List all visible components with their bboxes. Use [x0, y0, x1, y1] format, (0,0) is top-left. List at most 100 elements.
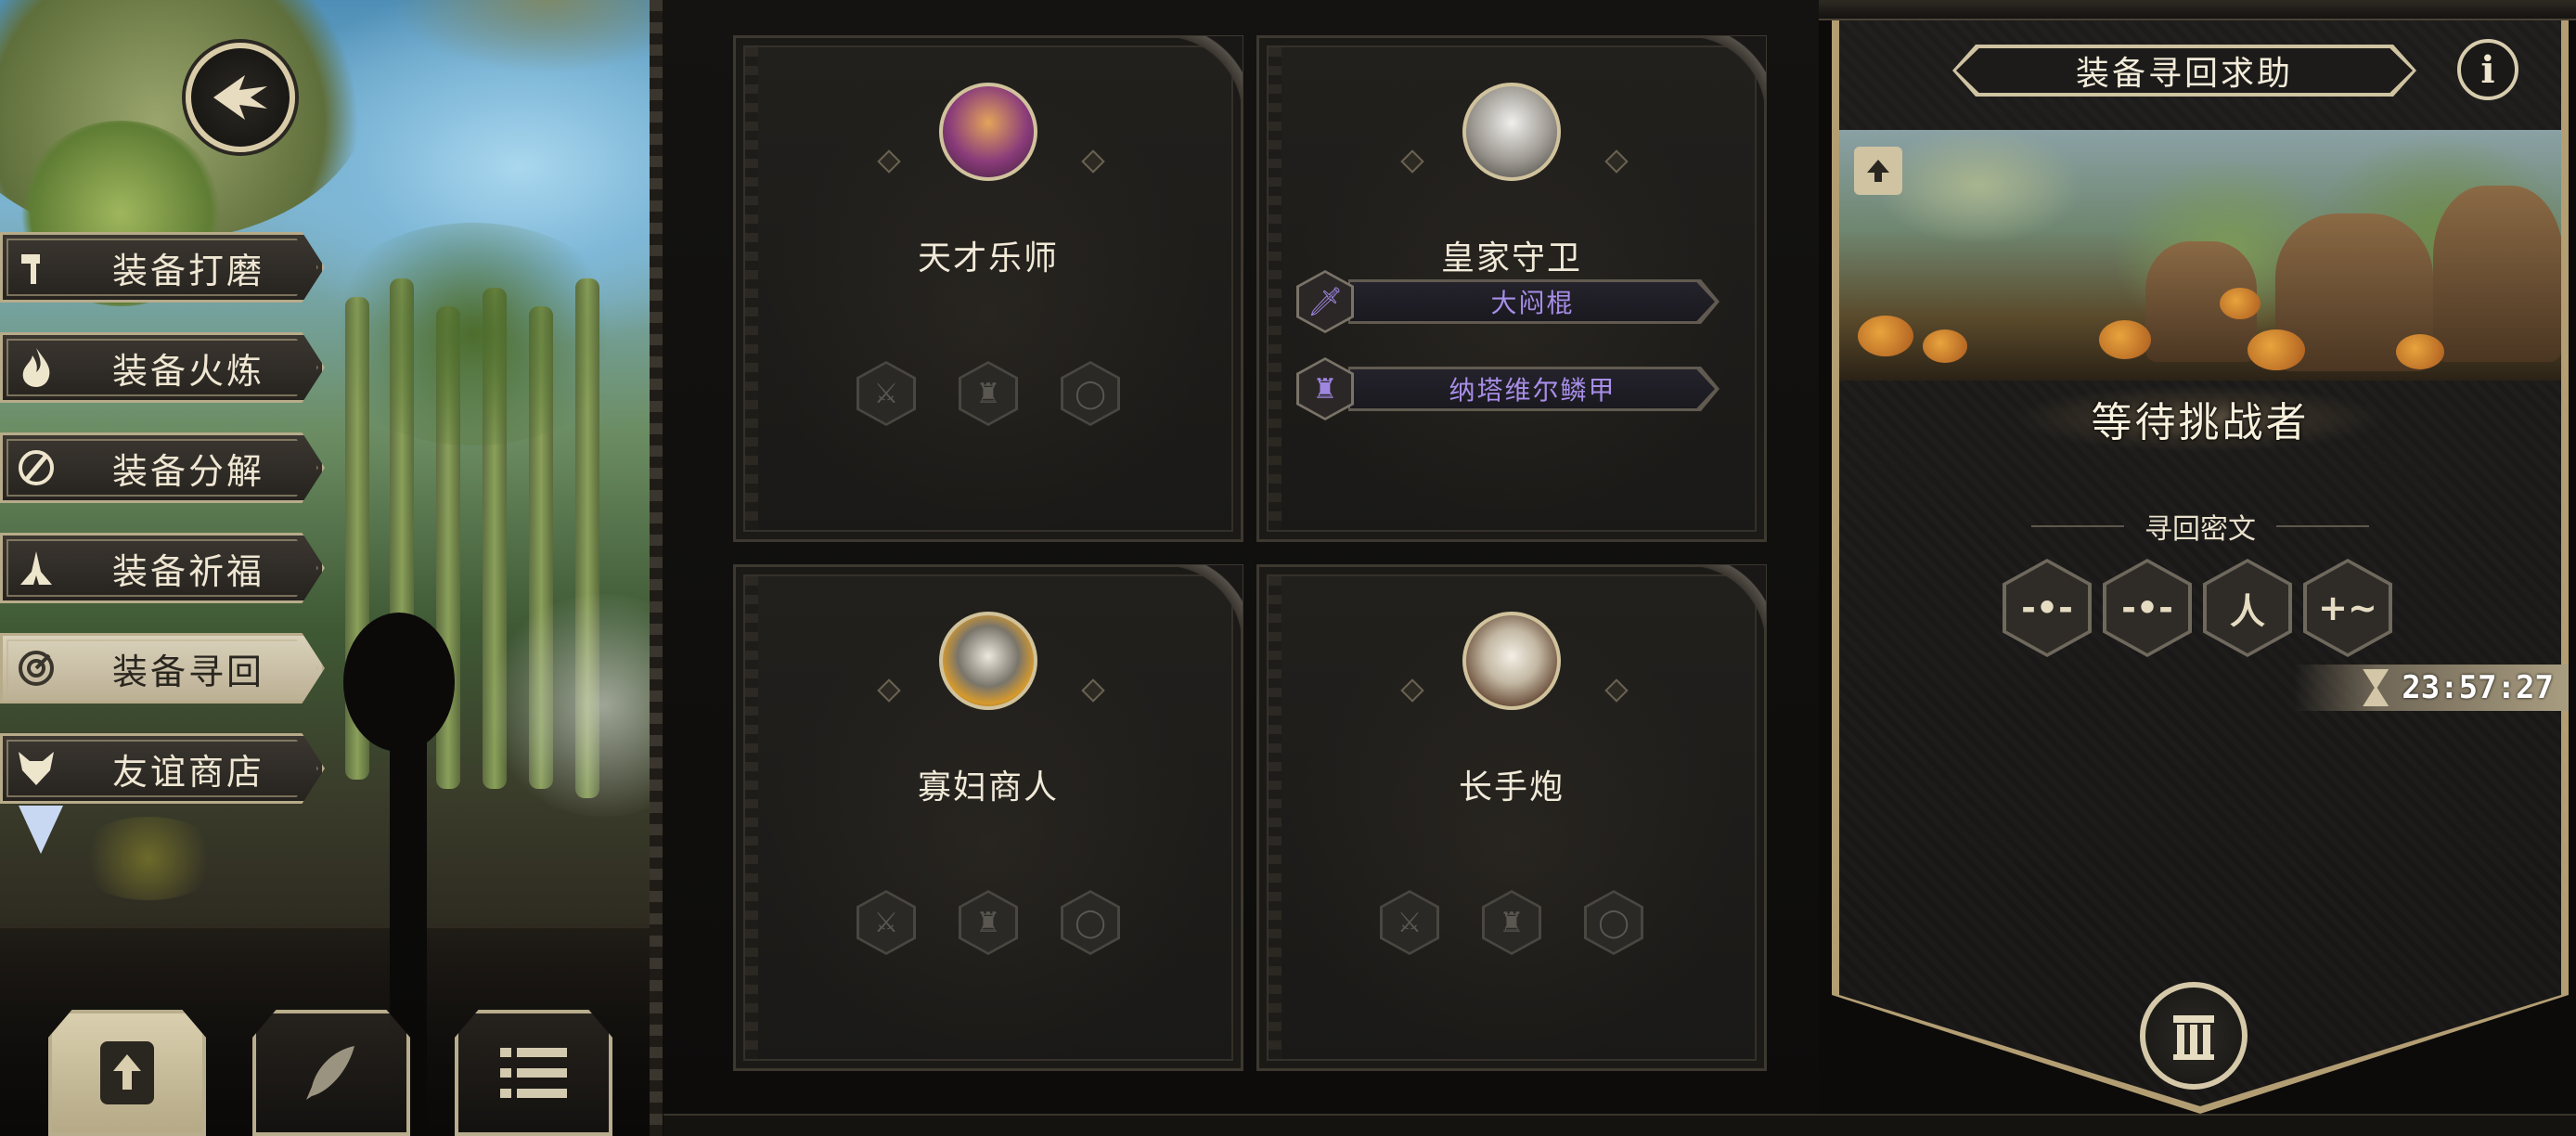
divider-line [2276, 525, 2369, 527]
panel-title-box: 装备寻回求助 [1952, 45, 2416, 97]
hero-card[interactable]: 皇家守卫 大闷棍 🗡 纳塔维尔鳞甲 ♜ [1256, 35, 1767, 542]
cipher-symbol[interactable]: 人 [2203, 559, 2292, 657]
hero-card[interactable]: 天才乐师 ⚔ ♜ ◯ [733, 35, 1243, 542]
cipher-label: 寻回密文 [2145, 513, 2256, 546]
hero-card[interactable]: 寡妇商人 ⚔ ♜ ◯ [733, 564, 1243, 1071]
equipment-slots: ⚔ ♜ ◯ [736, 890, 1241, 955]
recall-button[interactable] [2140, 982, 2248, 1090]
equipment-slot: 🗡 [1296, 270, 1354, 333]
page-curl-decoration [1163, 36, 1243, 116]
fox-icon [3, 741, 70, 796]
ring-icon: ◯ [1063, 893, 1117, 952]
diamond-decoration [877, 149, 901, 174]
back-arrow-icon [213, 75, 267, 120]
armor-icon: ♜ [961, 364, 1015, 423]
sword-icon: 🗡 [1299, 273, 1351, 330]
menu-label: 装备寻回 [112, 651, 265, 692]
diamond-decoration [1604, 149, 1629, 174]
sword-icon: ⚔ [1383, 893, 1436, 952]
ring-slot[interactable]: ◯ [1061, 890, 1120, 955]
hero-name: 长手炮 [1458, 768, 1565, 807]
page-curl-decoration [1686, 565, 1766, 645]
armor-icon: ♜ [1299, 360, 1351, 418]
stage-banner-image [1839, 130, 2561, 381]
target-icon [3, 640, 70, 696]
menu-equip-retrieve[interactable]: 装备寻回 [0, 633, 325, 704]
equipment-name: 纳塔维尔鳞甲 [1350, 369, 1715, 408]
info-icon: i [2480, 47, 2495, 92]
diamond-decoration [1400, 149, 1424, 174]
page-curl-decoration [1686, 36, 1766, 116]
ring-icon: ◯ [1587, 893, 1641, 952]
panel-title: 装备寻回求助 [2075, 55, 2293, 93]
ring-slot[interactable]: ◯ [1584, 890, 1643, 955]
list-icon [500, 1048, 567, 1098]
diamond-decoration [1604, 678, 1629, 703]
banner-share-button[interactable] [1854, 147, 1902, 195]
hero-avatar [1462, 83, 1561, 181]
hero-name: 皇家守卫 [1440, 239, 1582, 278]
weapon-slot[interactable]: ⚔ [857, 890, 916, 955]
feather-icon [306, 1046, 354, 1100]
hourglass-icon [2363, 669, 2389, 706]
back-button[interactable] [186, 43, 295, 152]
disassemble-icon [3, 440, 70, 496]
pray-hands-icon [3, 540, 70, 596]
equipment-row[interactable]: 大闷棍 🗡 [1296, 270, 1723, 333]
page-curl-decoration [1163, 565, 1243, 645]
cipher-label-row: 寻回密文 [2010, 503, 2390, 549]
scroll-down-arrow-icon[interactable] [19, 806, 63, 854]
ring-slot[interactable]: ◯ [1061, 361, 1120, 426]
cipher-symbol[interactable]: -•- [2103, 559, 2192, 657]
armor-slot[interactable]: ♜ [1482, 890, 1541, 955]
menu-equip-forge[interactable]: 装备火炼 [0, 332, 325, 403]
bottom-tab-list[interactable] [455, 1010, 612, 1136]
weapon-slot[interactable]: ⚔ [1380, 890, 1439, 955]
bottom-tab-feather[interactable] [252, 1010, 410, 1136]
cipher-symbol[interactable]: -•- [2003, 559, 2092, 657]
countdown-timer: 23:57:27 [2294, 665, 2569, 711]
menu-equip-disassemble[interactable]: 装备分解 [0, 432, 325, 503]
bottom-tab-upload[interactable] [48, 1010, 206, 1136]
hero-name: 寡妇商人 [917, 768, 1059, 807]
bottom-border [663, 1114, 2576, 1136]
armor-slot[interactable]: ♜ [959, 890, 1018, 955]
menu-label: 装备火炼 [112, 350, 265, 392]
retrieval-help-panel: 装备寻回求助 i 等待挑战者 寻回密文 -•- -•- 人 +~ 23:57:2… [1824, 20, 2576, 1114]
equipment-slot: ♜ [1296, 357, 1354, 420]
flame-icon [3, 340, 70, 395]
armor-icon: ♜ [1485, 893, 1539, 952]
diamond-decoration [1081, 149, 1105, 174]
diamond-decoration [877, 678, 901, 703]
status-text: 等待挑战者 [2091, 399, 2310, 446]
equipment-name: 大闷棍 [1350, 282, 1715, 321]
upload-document-icon [100, 1041, 154, 1104]
cipher-glyph-icon: 人 [2207, 562, 2288, 653]
hero-grid-area: 天才乐师 ⚔ ♜ ◯ 皇家守卫 大闷棍 🗡 纳塔维尔鳞甲 ♜ 寡妇商人 ⚔ ♜ … [650, 0, 1819, 1136]
status-ribbon: 等待挑战者 [2010, 386, 2390, 451]
cipher-symbols: -•- -•- 人 +~ [2003, 559, 2402, 661]
hero-card[interactable]: 长手炮 ⚔ ♜ ◯ [1256, 564, 1767, 1071]
menu-label: 装备分解 [112, 450, 265, 492]
diamond-decoration [1081, 678, 1105, 703]
trash-gate-icon [2173, 1015, 2214, 1060]
hero-avatar [939, 612, 1037, 710]
info-button[interactable]: i [2457, 39, 2518, 100]
weapon-slot[interactable]: ⚔ [857, 361, 916, 426]
cipher-glyph-icon: -•- [2106, 562, 2188, 653]
menu-friendship-shop[interactable]: 友谊商店 [0, 733, 325, 804]
menu-label: 友谊商店 [112, 751, 265, 793]
sword-icon: ⚔ [859, 893, 913, 952]
sword-icon: ⚔ [859, 364, 913, 423]
diamond-decoration [1400, 678, 1424, 703]
equipment-slots: ⚔ ♜ ◯ [736, 361, 1241, 426]
menu-equip-polish[interactable]: 装备打磨 [0, 232, 325, 303]
hero-name: 天才乐师 [917, 239, 1059, 278]
equipment-row[interactable]: 纳塔维尔鳞甲 ♜ [1296, 357, 1723, 420]
cipher-symbol[interactable]: +~ [2303, 559, 2392, 657]
divider-line [2031, 525, 2124, 527]
timer-text: 23:57:27 [2402, 669, 2554, 706]
menu-equip-bless[interactable]: 装备祈福 [0, 533, 325, 603]
armor-slot[interactable]: ♜ [959, 361, 1018, 426]
hero-avatar [1462, 612, 1561, 710]
